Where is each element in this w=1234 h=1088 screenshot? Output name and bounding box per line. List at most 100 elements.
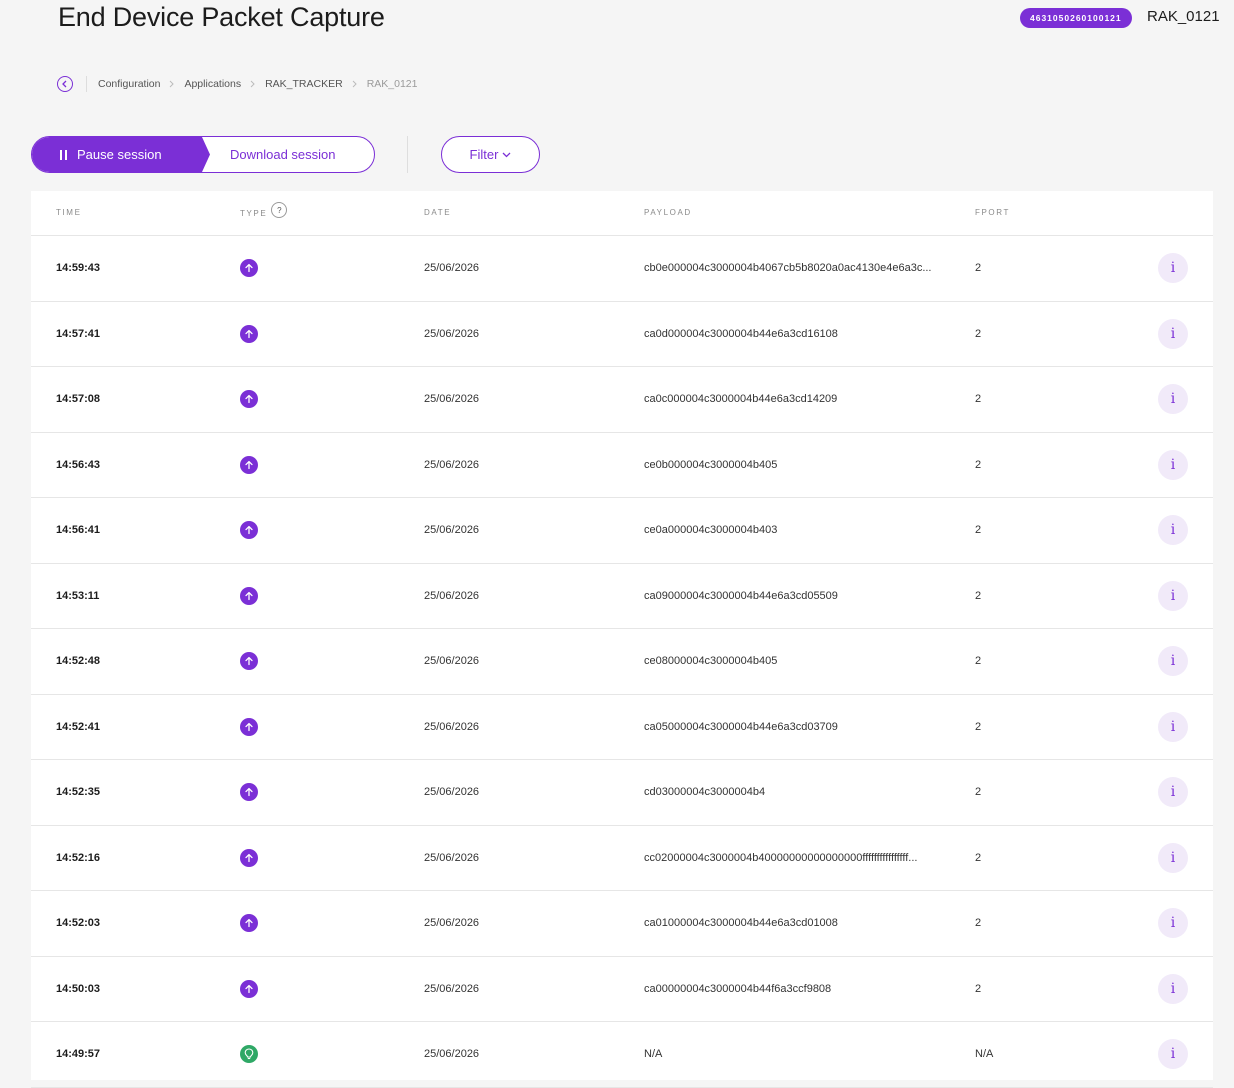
table-row[interactable]: 14:52:35 25/06/2026 cd03000004c3000004b4 2 i — [31, 760, 1213, 826]
session-controls: Pause session Download session — [31, 136, 375, 173]
cell-date: 25/06/2026 — [424, 262, 480, 275]
breadcrumb-application[interactable]: RAK_TRACKER — [265, 78, 343, 90]
uplink-arrow-icon — [240, 390, 258, 409]
cell-type — [240, 826, 258, 891]
uplink-arrow-icon — [240, 717, 258, 736]
table-row[interactable]: 14:57:41 25/06/2026 ca0d000004c3000004b44e… — [31, 302, 1213, 367]
breadcrumb-divider — [86, 76, 87, 92]
table-row[interactable]: 14:56:41 25/06/2026 ce0a000004c3000004b403… — [31, 498, 1213, 564]
pause-icon — [60, 149, 67, 160]
cell-payload: ca0d000004c3000004b44e6a3cd16108 — [644, 327, 838, 340]
cell-payload: cd03000004c3000004b4 — [644, 786, 766, 798]
cell-type — [240, 236, 258, 301]
table-row[interactable]: 14:49:57 25/06/2026 N/A N/A i — [31, 1022, 1213, 1088]
cell-payload: ce0b000004c3000004b405 — [644, 458, 778, 471]
device-name: RAK_0121 — [1147, 8, 1220, 25]
filter-button[interactable]: Filter — [441, 136, 540, 173]
info-button[interactable]: i — [1158, 580, 1188, 611]
cell-fport: 2 — [975, 982, 982, 995]
breadcrumb-configuration[interactable]: Configuration — [98, 78, 160, 90]
uplink-arrow-icon — [240, 848, 258, 867]
info-button[interactable]: i — [1158, 384, 1188, 415]
chevron-right-icon — [250, 80, 256, 88]
column-header-type-label: TYPE — [240, 209, 268, 219]
column-header-time: TIME — [56, 208, 82, 217]
cell-fport: N/A — [975, 1048, 994, 1061]
back-button[interactable] — [57, 76, 73, 92]
packet-table: TIME TYPE? DATE PAYLOAD FPORT 14:59:43 25… — [31, 191, 1213, 1088]
cell-date: 25/06/2026 — [424, 720, 480, 733]
info-button[interactable]: i — [1158, 646, 1188, 677]
join-request-icon — [240, 1045, 258, 1064]
cell-date: 25/06/2026 — [424, 393, 480, 406]
cell-time: 14:52:41 — [56, 720, 101, 733]
uplink-arrow-icon — [240, 455, 258, 474]
info-button[interactable]: i — [1158, 1039, 1188, 1070]
info-button[interactable]: i — [1158, 253, 1188, 284]
table-row[interactable]: 14:57:08 25/06/2026 ca0c000004c3000004b44e… — [31, 367, 1213, 433]
cell-date: 25/06/2026 — [424, 524, 480, 537]
info-button[interactable]: i — [1158, 318, 1188, 349]
cell-payload: ca0c000004c3000004b44e6a3cd14209 — [644, 393, 838, 405]
cell-fport: 2 — [975, 393, 982, 406]
toolbar-divider — [407, 136, 408, 173]
cell-type — [240, 302, 258, 367]
help-icon[interactable]: ? — [271, 202, 288, 218]
info-button[interactable]: i — [1158, 842, 1188, 873]
download-session-button[interactable]: Download session — [230, 137, 336, 172]
table-row[interactable]: 14:50:03 25/06/2026 ca00000004c3000004b44f… — [31, 957, 1213, 1022]
info-button[interactable]: i — [1158, 515, 1188, 546]
cell-date: 25/06/2026 — [424, 982, 480, 995]
cell-fport: 2 — [975, 589, 982, 602]
table-row[interactable]: 14:52:16 25/06/2026 cc02000004c3000004b400… — [31, 826, 1213, 891]
chevron-left-icon — [62, 80, 67, 88]
cell-fport: 2 — [975, 262, 982, 275]
cell-date: 25/06/2026 — [424, 786, 480, 799]
breadcrumb: Configuration Applications RAK_TRACKER R… — [57, 74, 418, 94]
cell-time: 14:53:11 — [56, 589, 100, 602]
cell-fport: 2 — [975, 655, 982, 668]
cell-type — [240, 367, 258, 432]
breadcrumb-applications[interactable]: Applications — [184, 78, 241, 90]
cell-date: 25/06/2026 — [424, 851, 480, 864]
uplink-arrow-icon — [240, 979, 258, 998]
cell-fport: 2 — [975, 458, 982, 471]
device-eui-badge: 4631050260100121 — [1020, 8, 1132, 28]
uplink-arrow-icon — [240, 914, 258, 933]
info-button[interactable]: i — [1158, 449, 1188, 480]
info-button[interactable]: i — [1158, 777, 1188, 808]
breadcrumb-device: RAK_0121 — [366, 78, 418, 90]
column-header-fport: FPORT — [975, 208, 1010, 217]
uplink-arrow-icon — [240, 259, 258, 278]
cell-fport: 2 — [975, 327, 982, 340]
cell-time: 14:52:35 — [56, 786, 101, 799]
table-row[interactable]: 14:52:03 25/06/2026 ca01000004c3000004b44e… — [31, 891, 1213, 957]
cell-time: 14:57:08 — [56, 393, 101, 406]
cell-fport: 2 — [975, 786, 982, 799]
cell-payload: ca01000004c3000004b44e6a3cd01008 — [644, 917, 838, 929]
table-row[interactable]: 14:52:41 25/06/2026 ca05000004c3000004b44e… — [31, 695, 1213, 760]
cell-payload: cb0e000004c3000004b4067cb5b8020a0ac4130e… — [644, 262, 932, 274]
info-button[interactable]: i — [1158, 908, 1188, 939]
cell-payload: ca00000004c3000004b44f6a3ccf9808 — [644, 982, 832, 995]
table-row[interactable]: 14:56:43 25/06/2026 ce0b000004c3000004b405… — [31, 433, 1213, 498]
table-row[interactable]: 14:52:48 25/06/2026 ce08000004c3000004b405… — [31, 629, 1213, 695]
uplink-arrow-icon — [240, 586, 258, 605]
cell-type — [240, 760, 258, 825]
cell-type — [240, 891, 258, 956]
chevron-down-icon — [502, 152, 511, 157]
chevron-right-icon — [352, 80, 358, 88]
table-row[interactable]: 14:59:43 25/06/2026 cb0e000004c3000004b406… — [31, 236, 1213, 302]
cell-time: 14:49:57 — [56, 1048, 101, 1061]
cell-date: 25/06/2026 — [424, 1048, 480, 1061]
pause-session-button[interactable]: Pause session — [32, 137, 210, 172]
cell-type — [240, 564, 258, 629]
cell-payload: ce08000004c3000004b405 — [644, 655, 778, 667]
cell-date: 25/06/2026 — [424, 589, 480, 602]
uplink-arrow-icon — [240, 521, 258, 540]
cell-fport: 2 — [975, 720, 982, 733]
table-row[interactable]: 14:53:11 25/06/2026 ca09000004c3000004b44e… — [31, 564, 1213, 629]
info-button[interactable]: i — [1158, 973, 1188, 1004]
info-button[interactable]: i — [1158, 711, 1188, 742]
chevron-right-icon — [169, 80, 175, 88]
